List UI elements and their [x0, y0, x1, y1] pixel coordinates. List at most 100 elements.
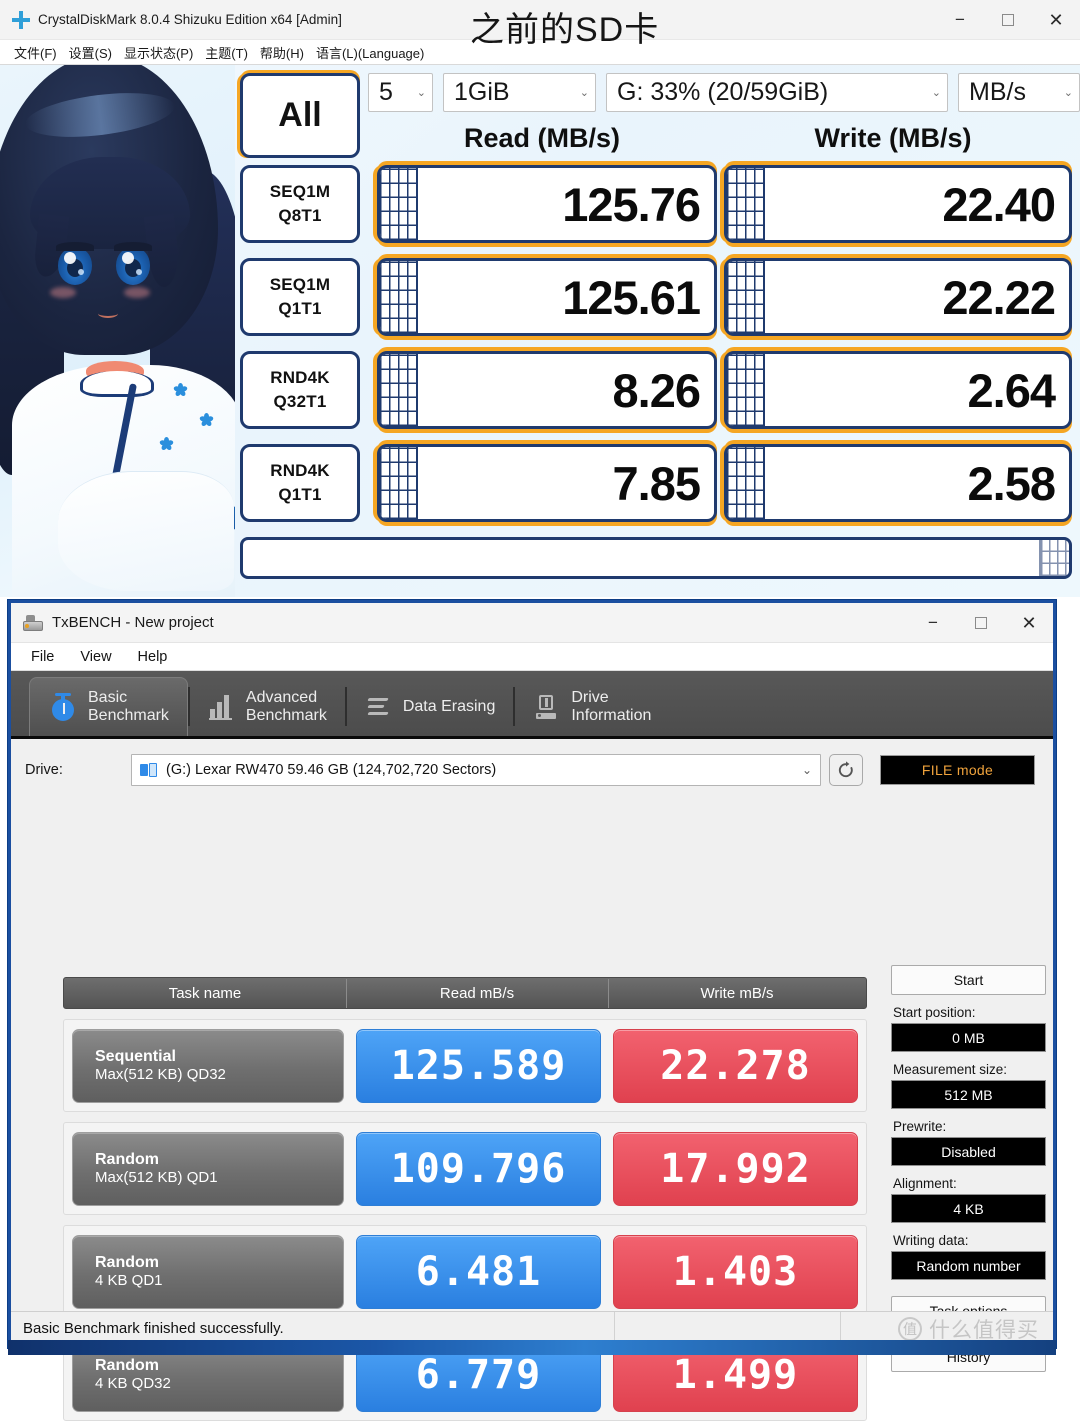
write-score-seq1m-q8t1: 22.40 — [724, 165, 1072, 243]
table-row: Sequential Max(512 KB) QD32 125.589 22.2… — [63, 1019, 867, 1112]
start-position-label: Start position: — [893, 1005, 976, 1020]
task-name-line2: Max(512 KB) QD32 — [95, 1066, 226, 1084]
menu-item-display-state[interactable]: 显示状态(P) — [124, 43, 205, 62]
task-name-sequential-qd32[interactable]: Sequential Max(512 KB) QD32 — [72, 1028, 344, 1103]
blush-right — [124, 287, 150, 298]
read-score-rnd4k-q1t1: 7.85 — [377, 444, 717, 522]
unit-dropdown[interactable]: MB/s ⌄ — [958, 73, 1080, 112]
tab-basic-benchmark-label: Basic Benchmark — [88, 689, 169, 725]
score-grille-icon — [380, 261, 418, 333]
row-label-line2: Q1T1 — [278, 299, 322, 318]
txbench-titlebar: TxBENCH - New project − ✕ — [11, 603, 1053, 643]
tab-drive-information[interactable]: Drive Information — [513, 677, 669, 736]
txbench-maximize-button[interactable] — [957, 603, 1005, 643]
table-row: Random Max(512 KB) QD1 109.796 17.992 — [63, 1122, 867, 1215]
txbench-close-button[interactable]: ✕ — [1005, 603, 1053, 643]
sakura-motif-3 — [159, 437, 174, 452]
test-size-dropdown[interactable]: 1GiB ⌄ — [443, 73, 596, 112]
menu-item-view[interactable]: View — [80, 649, 111, 665]
write-value-sequential-qd32: 22.278 — [613, 1028, 858, 1103]
task-name-line2: Max(512 KB) QD1 — [95, 1169, 218, 1187]
target-drive-dropdown[interactable]: G: 33% (20/59GiB) ⌄ — [606, 73, 948, 112]
write-value-random-4kb-qd1: 1.403 — [613, 1234, 858, 1309]
benchmark-seq1m-q8t1-button[interactable]: SEQ1M Q8T1 — [240, 165, 360, 243]
alignment-value[interactable]: 4 KB — [891, 1194, 1046, 1223]
crystaldiskmark-app-icon — [12, 10, 30, 29]
watermark-logo-icon: 值 — [898, 1316, 922, 1341]
benchmark-rnd4k-q32t1-button[interactable]: RND4K Q32T1 — [240, 351, 360, 429]
read-score-seq1m-q8t1: 125.76 — [377, 165, 717, 243]
menu-item-language[interactable]: 语言(L)(Language) — [316, 43, 436, 62]
table-row: RND4K Q1T1 7.85 2.58 — [240, 444, 1072, 522]
blush-left — [50, 287, 76, 298]
txbench-tabbar: Basic Benchmark Advanced Benchmark Data … — [11, 671, 1053, 739]
tab-data-erasing[interactable]: Data Erasing — [344, 677, 514, 736]
menu-item-file[interactable]: File — [31, 649, 54, 665]
write-score-value: 22.40 — [942, 177, 1056, 231]
table-row: SEQ1M Q1T1 125.61 22.22 — [240, 258, 1072, 336]
task-name-line1: Random — [95, 1253, 159, 1271]
erase-icon — [363, 692, 393, 722]
row-label-line2: Q8T1 — [278, 206, 322, 225]
test-count-dropdown[interactable]: 5 ⌄ — [368, 73, 433, 112]
benchmark-rnd4k-q1t1-button[interactable]: RND4K Q1T1 — [240, 444, 360, 522]
row-label-line2: Q32T1 — [273, 392, 327, 411]
task-name-random-4kb-qd1[interactable]: Random 4 KB QD1 — [72, 1234, 344, 1309]
measurement-size-value[interactable]: 512 MB — [891, 1080, 1046, 1109]
run-all-benchmarks-button[interactable]: All — [240, 73, 360, 158]
menu-item-settings[interactable]: 设置(S) — [69, 43, 124, 62]
prewrite-value[interactable]: Disabled — [891, 1137, 1046, 1166]
txbench-window: TxBENCH - New project − ✕ File View Help… — [8, 600, 1056, 1421]
cdm-maximize-button[interactable] — [984, 0, 1032, 40]
writing-data-value[interactable]: Random number — [891, 1251, 1046, 1280]
measurement-size-label: Measurement size: — [893, 1062, 1008, 1077]
benchmark-seq1m-q1t1-button[interactable]: SEQ1M Q1T1 — [240, 258, 360, 336]
txbench-app-icon — [23, 614, 43, 631]
cdm-minimize-button[interactable]: − — [936, 0, 984, 40]
txbench-menubar: File View Help — [11, 643, 1053, 671]
score-grille-icon — [727, 261, 765, 333]
table-row: SEQ1M Q8T1 125.76 22.40 — [240, 165, 1072, 243]
read-score-value: 125.61 — [562, 270, 701, 324]
writing-data-label: Writing data: — [893, 1233, 969, 1248]
drive-label: Drive: — [25, 762, 63, 778]
tab-basic-benchmark[interactable]: Basic Benchmark — [29, 677, 188, 736]
task-name-line1: Sequential — [95, 1047, 176, 1065]
drive-select-dropdown[interactable]: (G:) Lexar RW470 59.46 GB (124,702,720 S… — [131, 754, 821, 786]
cdm-body: All 5 ⌄ 1GiB ⌄ G: 33% (20/59GiB) ⌄ MB/s … — [0, 65, 1080, 597]
tab-advanced-benchmark[interactable]: Advanced Benchmark — [187, 677, 345, 736]
write-value-random-512kb-qd1: 17.992 — [613, 1131, 858, 1206]
status-message: Basic Benchmark finished successfully. — [23, 1320, 284, 1337]
txbench-minimize-button[interactable]: − — [909, 603, 957, 643]
cdm-window-title: CrystalDiskMark 8.0.4 Shizuku Edition x6… — [38, 12, 342, 27]
write-score-rnd4k-q32t1: 2.64 — [724, 351, 1072, 429]
prewrite-label: Prewrite: — [893, 1119, 947, 1134]
refresh-icon[interactable] — [829, 754, 863, 786]
write-score-seq1m-q1t1: 22.22 — [724, 258, 1072, 336]
task-name-line2: 4 KB QD32 — [95, 1375, 171, 1393]
read-score-seq1m-q1t1: 125.61 — [377, 258, 717, 336]
tab-data-erasing-label: Data Erasing — [403, 698, 496, 716]
test-size-value: 1GiB — [454, 78, 510, 106]
table-row: Random 4 KB QD1 6.481 1.403 — [63, 1225, 867, 1318]
menu-item-file[interactable]: 文件(F) — [14, 43, 69, 62]
drive-select-value: (G:) Lexar RW470 59.46 GB (124,702,720 S… — [166, 762, 497, 778]
menu-item-help[interactable]: 帮助(H) — [260, 43, 316, 62]
start-position-value[interactable]: 0 MB — [891, 1023, 1046, 1052]
site-watermark: 值 什么值得买 — [898, 1314, 1039, 1344]
menu-item-theme[interactable]: 主题(T) — [205, 43, 260, 62]
row-label-line1: RND4K — [270, 368, 330, 387]
start-button[interactable]: Start — [891, 965, 1046, 995]
drive-icon — [531, 692, 561, 722]
chevron-down-icon: ⌄ — [1063, 87, 1073, 99]
desktop-background-strip — [8, 1340, 1056, 1355]
column-header-write: Write mB/s — [608, 978, 866, 1008]
task-name-random-512kb-qd1[interactable]: Random Max(512 KB) QD1 — [72, 1131, 344, 1206]
sakura-motif-1 — [173, 383, 188, 398]
file-mode-toggle[interactable]: FILE mode — [880, 755, 1035, 785]
menu-item-help[interactable]: Help — [138, 649, 168, 665]
tab-label-line2: Benchmark — [245, 706, 327, 724]
character-mouth — [98, 309, 118, 318]
cdm-close-button[interactable]: ✕ — [1032, 0, 1080, 40]
write-score-value: 2.64 — [967, 363, 1056, 417]
